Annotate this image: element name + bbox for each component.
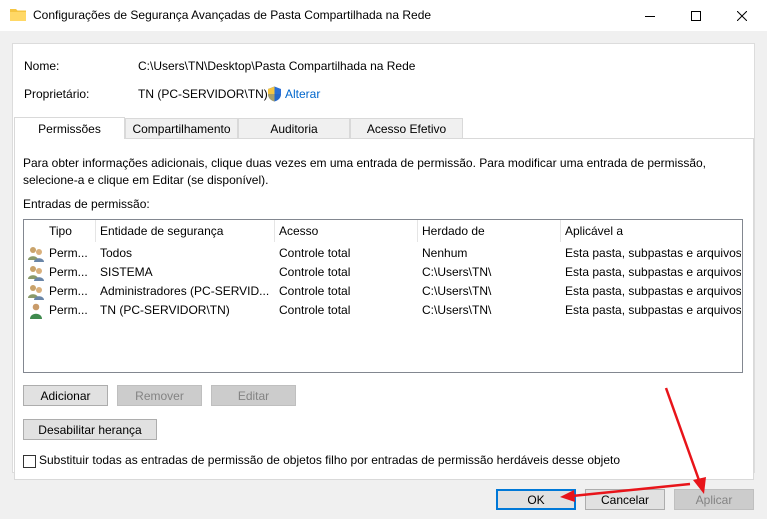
close-button[interactable] [719, 0, 765, 31]
column-header-principal[interactable]: Entidade de segurança [96, 220, 275, 242]
maximize-button[interactable] [673, 0, 719, 31]
replace-child-permissions-label: Substituir todas as entradas de permissã… [39, 453, 621, 467]
column-header-applies-to[interactable]: Aplicável a [561, 220, 742, 242]
cell-access: Controle total [279, 303, 351, 317]
add-button[interactable]: Adicionar [23, 385, 108, 406]
table-row[interactable]: Perm... Administradores (PC-SERVID... Co… [24, 282, 742, 301]
cell-type: Perm... [49, 284, 88, 298]
change-owner-link[interactable]: Alterar [285, 87, 320, 101]
window-title: Configurações de Segurança Avançadas de … [33, 8, 432, 22]
cell-applies-to: Esta pasta, subpastas e arquivos [565, 284, 741, 298]
tab-effective-access[interactable]: Acesso Efetivo [350, 118, 463, 139]
cell-inherited-from: C:\Users\TN\ [422, 303, 492, 317]
cell-type: Perm... [49, 265, 88, 279]
group-users-icon [28, 266, 44, 281]
table-row[interactable]: Perm... SISTEMA Controle total C:\Users\… [24, 263, 742, 282]
cell-type: Perm... [49, 246, 88, 260]
name-label: Nome: [24, 59, 60, 73]
single-user-icon [30, 303, 42, 319]
owner-label: Proprietário: [24, 87, 90, 101]
cell-access: Controle total [279, 265, 351, 279]
tab-sharing[interactable]: Compartilhamento [125, 118, 238, 139]
description-text: Para obter informações adicionais, cliqu… [23, 156, 707, 187]
remove-button[interactable]: Remover [117, 385, 202, 406]
edit-button[interactable]: Editar [211, 385, 296, 406]
title-bar: Configurações de Segurança Avançadas de … [0, 0, 767, 31]
table-row[interactable]: Perm... TN (PC-SERVIDOR\TN) Controle tot… [24, 301, 742, 320]
cell-principal: Administradores (PC-SERVID... [100, 284, 270, 298]
cell-principal: Todos [100, 246, 133, 260]
entries-label: Entradas de permissão: [23, 197, 150, 211]
replace-child-permissions-checkbox[interactable] [23, 455, 36, 468]
cell-applies-to: Esta pasta, subpastas e arquivos [565, 265, 741, 279]
cell-inherited-from: C:\Users\TN\ [422, 284, 492, 298]
cell-principal: SISTEMA [100, 265, 153, 279]
maximize-icon [691, 10, 701, 21]
permission-entries-list[interactable]: Tipo Entidade de segurança Acesso Herdad… [23, 219, 743, 373]
ok-button[interactable]: OK [496, 489, 576, 510]
folder-icon [10, 9, 26, 21]
cancel-button[interactable]: Cancelar [585, 489, 665, 510]
close-icon [737, 10, 747, 21]
tab-permissions[interactable]: Permissões [14, 117, 125, 139]
cell-inherited-from: Nenhum [422, 246, 468, 260]
column-header-type[interactable]: Tipo [45, 220, 96, 242]
cell-access: Controle total [279, 284, 351, 298]
cell-access: Controle total [279, 246, 351, 260]
name-value: C:\Users\TN\Desktop\Pasta Compartilhada … [138, 59, 416, 73]
column-header-inherited-from[interactable]: Herdado de [418, 220, 561, 242]
cell-inherited-from: C:\Users\TN\ [422, 265, 492, 279]
apply-button[interactable]: Aplicar [674, 489, 754, 510]
cell-principal: TN (PC-SERVIDOR\TN) [100, 303, 230, 317]
cell-type: Perm... [49, 303, 88, 317]
table-row[interactable]: Perm... Todos Controle total Nenhum Esta… [24, 244, 742, 263]
group-users-icon [28, 247, 44, 262]
owner-value: TN (PC-SERVIDOR\TN) [138, 87, 268, 101]
column-header-access[interactable]: Acesso [275, 220, 418, 242]
minimize-icon [645, 15, 655, 17]
disable-inheritance-button[interactable]: Desabilitar herança [23, 419, 157, 440]
group-users-icon [28, 285, 44, 300]
tab-auditing[interactable]: Auditoria [238, 118, 350, 139]
cell-applies-to: Esta pasta, subpastas e arquivos [565, 303, 741, 317]
minimize-button[interactable] [627, 0, 673, 31]
cell-applies-to: Esta pasta, subpastas e arquivos [565, 246, 741, 260]
uac-shield-icon [268, 86, 281, 102]
